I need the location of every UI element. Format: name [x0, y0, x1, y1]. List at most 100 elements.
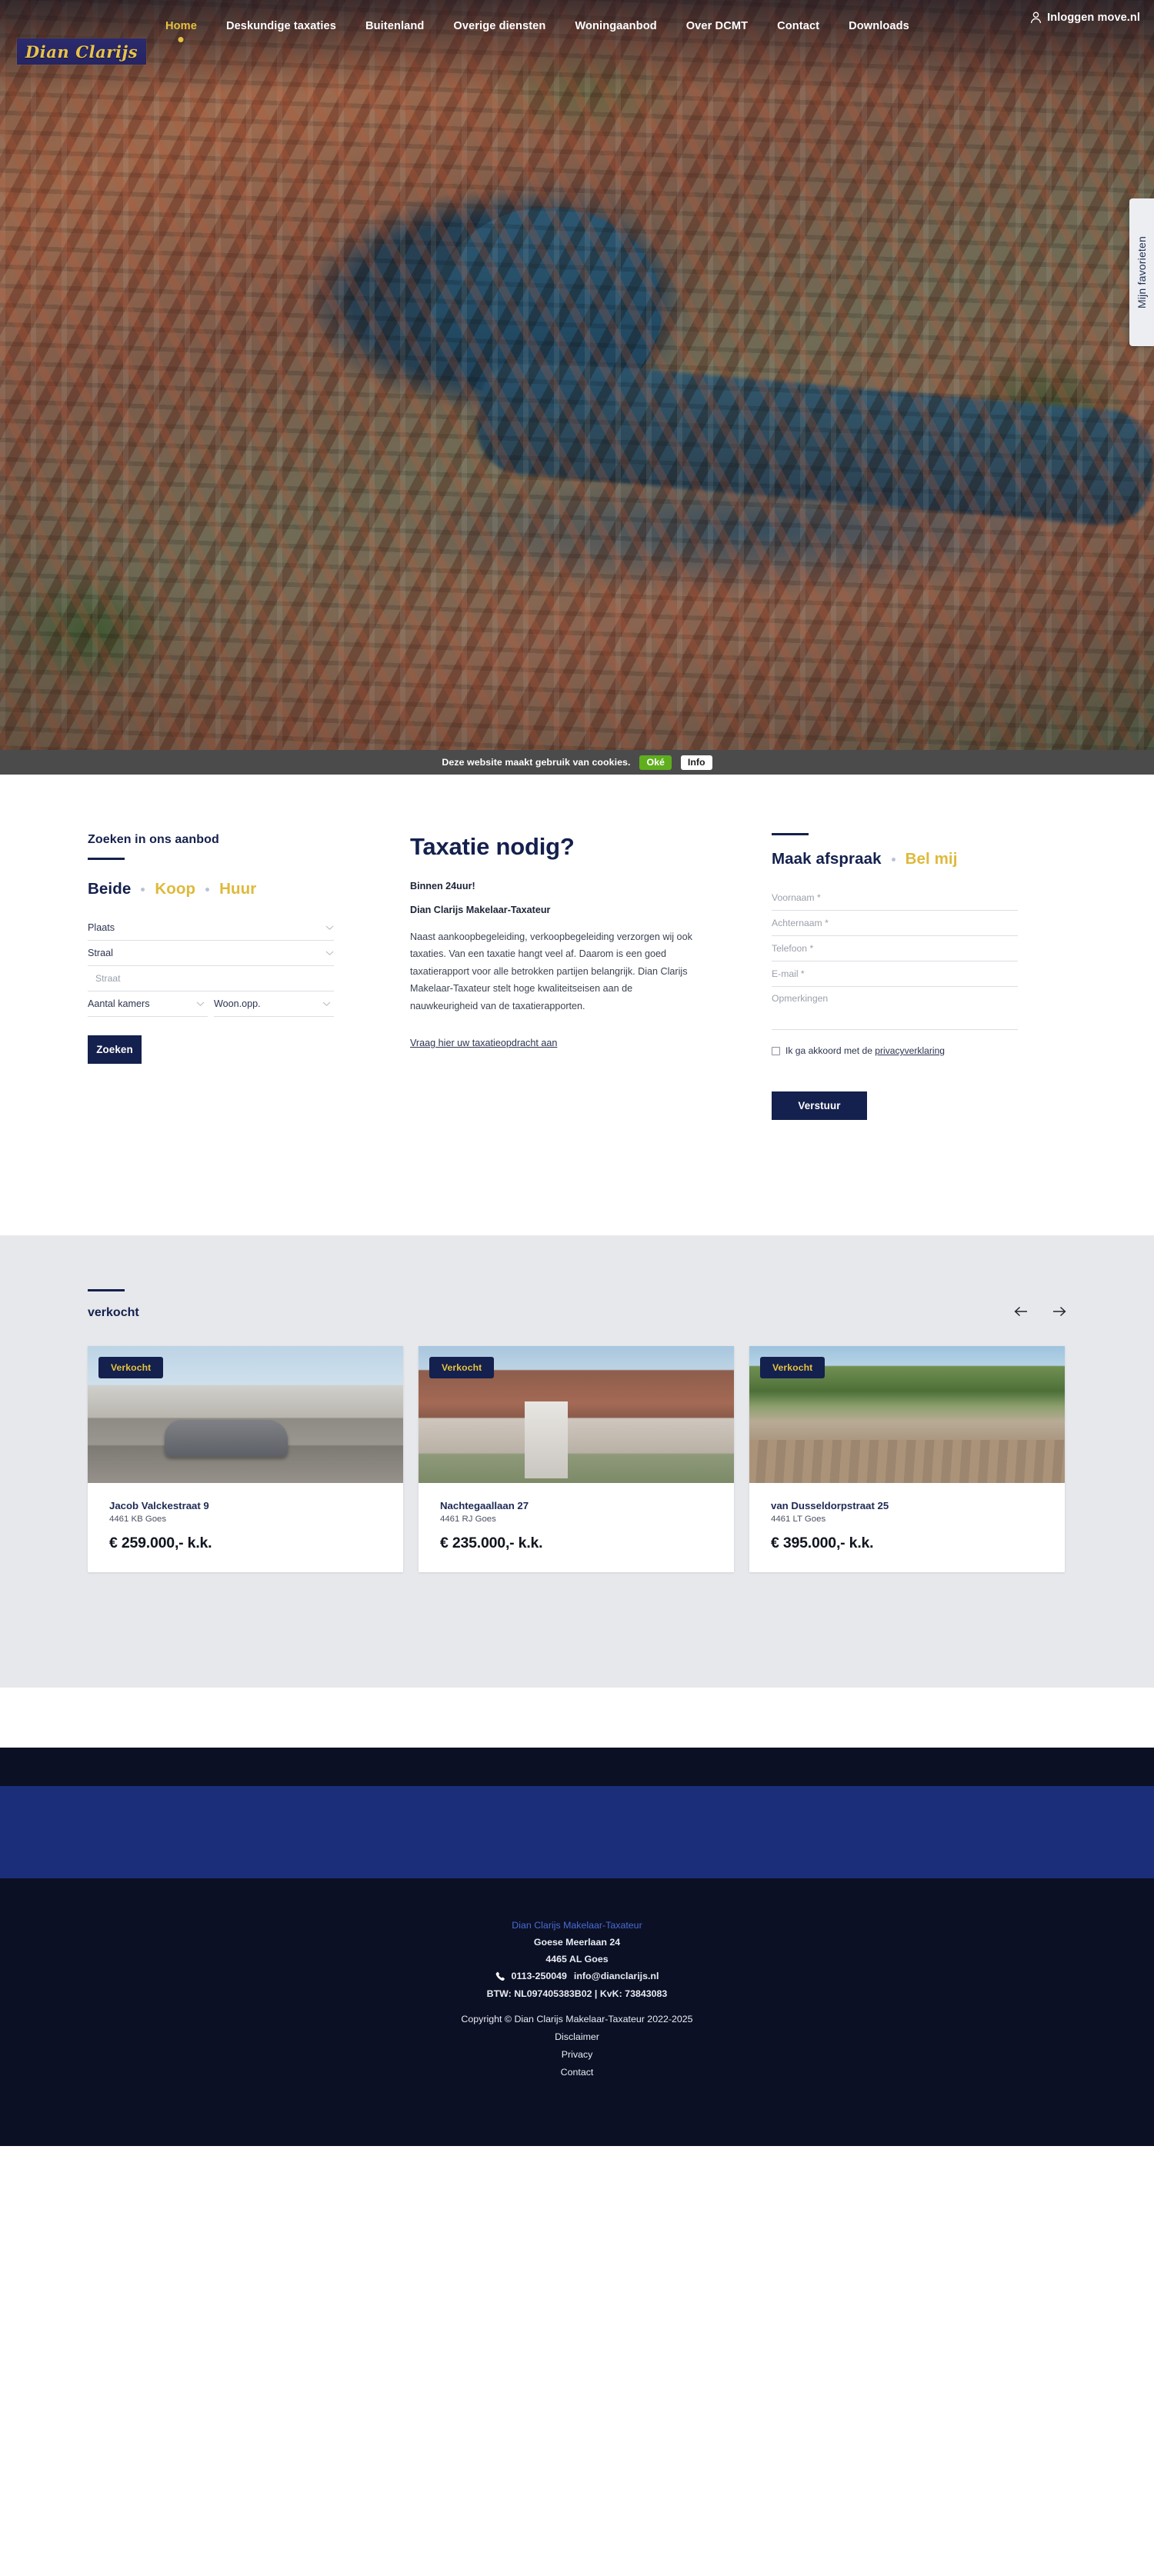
consent-text: Ik ga akkoord met de — [785, 1045, 876, 1056]
property-card[interactable]: Verkocht van Dusseldorpstraat 25 4461 LT… — [749, 1346, 1065, 1572]
property-card[interactable]: Verkocht Jacob Valckestraat 9 4461 KB Go… — [88, 1346, 403, 1572]
plaats-select[interactable]: Plaats — [88, 915, 334, 941]
footer-address: Goese Meerlaan 24 — [533, 1937, 621, 1948]
woonoppervlakte-select[interactable]: Woon.opp. — [214, 991, 334, 1017]
straat-placeholder: Straat — [95, 973, 121, 984]
straal-select[interactable]: Straal — [88, 941, 334, 966]
aantal-kamers-label: Aantal kamers — [88, 998, 150, 1009]
intro-section: Zoeken in ons aanbod Beide Koop Huur Pla… — [0, 775, 1154, 1235]
nav-item-contact[interactable]: Contact — [762, 20, 834, 32]
taxatie-subheading: Binnen 24uur! — [410, 881, 475, 891]
toggle-separator-dot — [205, 887, 210, 891]
footer-top-strip — [0, 1748, 1154, 1786]
footer-link-contact[interactable]: Contact — [0, 2067, 1154, 2078]
property-details: Jacob Valckestraat 9 4461 KB Goes € 259.… — [88, 1483, 403, 1572]
telefoon-placeholder: Telefoon * — [772, 943, 814, 954]
email-placeholder: E-mail * — [772, 968, 805, 979]
nav-item-deskundige-taxaties[interactable]: Deskundige taxaties — [212, 20, 351, 32]
voornaam-field[interactable]: Voornaam * — [772, 885, 1018, 911]
opmerkingen-field[interactable]: Opmerkingen — [772, 987, 1018, 1030]
footer-blue-band — [0, 1786, 1154, 1878]
nav-item-buitenland[interactable]: Buitenland — [351, 20, 439, 32]
footer-phone[interactable]: 0113-250049 — [512, 1971, 567, 1981]
voornaam-placeholder: Voornaam * — [772, 892, 821, 903]
footer-tax-info: BTW: NL097405383B02 | KvK: 73843083 — [486, 1988, 668, 1999]
logo-text: Dian Clarijs — [25, 42, 138, 62]
footer-link-disclaimer[interactable]: Disclaimer — [0, 2031, 1154, 2042]
property-price: € 259.000,- k.k. — [109, 1535, 212, 1551]
chevron-down-icon — [325, 951, 334, 955]
sold-title: verkocht — [88, 1306, 139, 1319]
property-details: Nachtegaallaan 27 4461 RJ Goes € 235.000… — [419, 1483, 734, 1572]
footer-company: Dian Clarijs Makelaar-Taxateur — [512, 1920, 642, 1931]
achternaam-field[interactable]: Achternaam * — [772, 911, 1018, 936]
submit-button[interactable]: Verstuur — [772, 1091, 867, 1120]
search-type-toggle: Beide Koop Huur — [88, 880, 334, 898]
consent-checkbox[interactable] — [772, 1046, 780, 1055]
arrow-right-icon[interactable] — [1052, 1306, 1066, 1317]
taxatie-request-link[interactable]: Vraag hier uw taxatieopdracht aan — [410, 1038, 557, 1048]
chevron-down-icon — [325, 925, 334, 930]
status-badge: Verkocht — [760, 1357, 825, 1378]
appointment-tabs: Maak afspraak Bel mij — [772, 850, 1018, 868]
login-link[interactable]: Inloggen move.nl — [1030, 12, 1140, 24]
footer-email[interactable]: info@dianclarijs.nl — [574, 1971, 659, 1981]
hero-banner: Inloggen move.nl Dian Clarijs Home Desku… — [0, 0, 1154, 750]
nav-item-home[interactable]: Home — [151, 20, 212, 32]
footer-city: 4465 AL Goes — [545, 1954, 609, 1964]
privacy-link[interactable]: privacyverklaring — [875, 1045, 945, 1056]
search-button[interactable]: Zoeken — [88, 1035, 142, 1064]
toggle-huur[interactable]: Huur — [219, 880, 256, 898]
favorites-label: Mijn favorieten — [1136, 235, 1148, 309]
footer-spacer — [0, 1688, 1154, 1748]
telefoon-field[interactable]: Telefoon * — [772, 936, 1018, 961]
tab-maak-afspraak[interactable]: Maak afspraak — [772, 850, 882, 868]
login-label: Inloggen move.nl — [1047, 12, 1140, 24]
property-street: van Dusseldorpstraat 25 — [771, 1500, 889, 1511]
sold-rule — [88, 1289, 125, 1291]
cookie-info-button[interactable]: Info — [680, 755, 712, 770]
property-zip: 4461 RJ Goes — [440, 1515, 496, 1524]
site-logo[interactable]: Dian Clarijs — [17, 38, 146, 65]
taxatie-lead: Dian Clarijs Makelaar-Taxateur — [410, 905, 551, 915]
property-street: Jacob Valckestraat 9 — [109, 1500, 209, 1511]
favorites-side-tab[interactable]: Mijn favorieten — [1129, 198, 1154, 346]
footer-copyright: Copyright © Dian Clarijs Makelaar-Taxate… — [461, 2014, 693, 2024]
status-badge: Verkocht — [429, 1357, 495, 1378]
straat-input[interactable]: Straat — [88, 966, 334, 991]
footer-link-privacy[interactable]: Privacy — [0, 2049, 1154, 2060]
cookie-bar: Deze website maakt gebruik van cookies. … — [0, 750, 1154, 775]
property-price: € 395.000,- k.k. — [771, 1535, 874, 1551]
nav-item-overige-diensten[interactable]: Overige diensten — [439, 20, 560, 32]
taxatie-panel: Taxatie nodig? Binnen 24uur! Dian Clarij… — [410, 833, 695, 1120]
email-field[interactable]: E-mail * — [772, 961, 1018, 987]
nav-item-downloads[interactable]: Downloads — [834, 20, 924, 32]
consent-label: Ik ga akkoord met de privacyverklaring — [785, 1045, 945, 1056]
user-icon — [1031, 12, 1042, 24]
toggle-beide[interactable]: Beide — [88, 880, 131, 898]
search-title-rule — [88, 858, 125, 860]
aantal-kamers-select[interactable]: Aantal kamers — [88, 991, 208, 1017]
carousel-arrows — [1014, 1306, 1066, 1320]
cookie-text: Deze website maakt gebruik van cookies. — [442, 757, 631, 768]
property-price: € 235.000,- k.k. — [440, 1535, 543, 1551]
kamers-oppervlakte-row: Aantal kamers Woon.opp. — [88, 991, 334, 1017]
appointment-panel: Maak afspraak Bel mij Voornaam * Achtern… — [772, 833, 1018, 1120]
taxatie-body: Naast aankoopbegeleiding, verkoopbegelei… — [410, 931, 692, 1011]
arrow-left-icon[interactable] — [1014, 1306, 1028, 1317]
property-image: Verkocht — [419, 1346, 734, 1483]
appointment-rule — [772, 833, 809, 835]
property-image: Verkocht — [749, 1346, 1065, 1483]
tab-bel-mij[interactable]: Bel mij — [906, 850, 958, 868]
nav-item-over-dcmt[interactable]: Over DCMT — [672, 20, 762, 32]
site-footer: Dian Clarijs Makelaar-Taxateur Goese Mee… — [0, 1878, 1154, 2146]
sold-card-list: Verkocht Jacob Valckestraat 9 4461 KB Go… — [88, 1346, 1066, 1572]
cookie-accept-button[interactable]: Oké — [639, 755, 672, 770]
nav-item-woningaanbod[interactable]: Woningaanbod — [560, 20, 671, 32]
consent-row: Ik ga akkoord met de privacyverklaring — [772, 1045, 1018, 1056]
hero-vignette — [0, 0, 1154, 750]
sold-header: verkocht — [88, 1289, 1066, 1320]
property-card[interactable]: Verkocht Nachtegaallaan 27 4461 RJ Goes … — [419, 1346, 734, 1572]
sold-section: verkocht Verkocht Jacob Valckestraat 9 4… — [0, 1235, 1154, 1688]
toggle-koop[interactable]: Koop — [155, 880, 195, 898]
